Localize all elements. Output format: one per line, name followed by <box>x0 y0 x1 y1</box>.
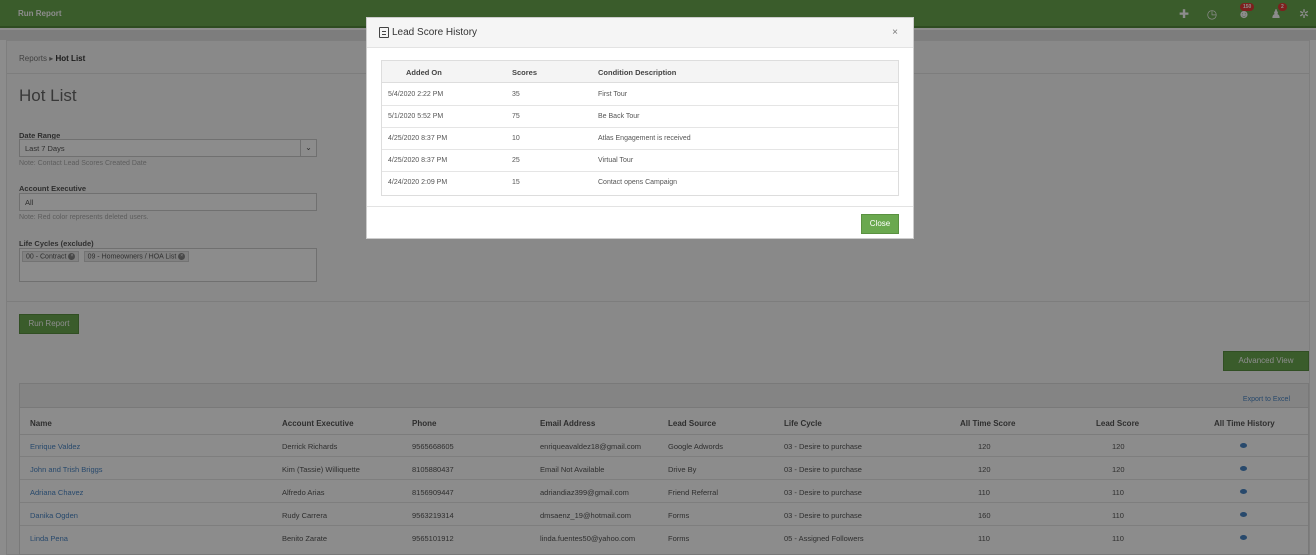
table-row: 5/1/2020 5:52 PM 75 Be Back Tour <box>382 106 898 128</box>
col-condition-description: Condition Description <box>598 68 677 77</box>
col-scores: Scores <box>512 68 538 77</box>
table-row: 5/4/2020 2:22 PM 35 First Tour <box>382 84 898 106</box>
col-added-on: Added On <box>406 68 442 77</box>
row-condition: Atlas Engagement is received <box>598 135 691 142</box>
table-row: 4/25/2020 8:37 PM 10 Atlas Engagement is… <box>382 128 898 150</box>
row-condition: First Tour <box>598 91 628 98</box>
table-row: 4/24/2020 2:09 PM 15 Contact opens Campa… <box>382 172 898 194</box>
row-score: 15 <box>512 179 520 186</box>
row-score: 75 <box>512 113 520 120</box>
row-added-on: 5/1/2020 5:52 PM <box>388 113 444 120</box>
row-added-on: 4/24/2020 2:09 PM <box>388 179 448 186</box>
modal-title: Lead Score History <box>392 27 478 38</box>
modal-header: Lead Score History × <box>367 18 913 48</box>
close-icon[interactable]: × <box>892 27 898 38</box>
row-condition: Virtual Tour <box>598 157 634 164</box>
table-row: 4/25/2020 8:37 PM 25 Virtual Tour <box>382 150 898 172</box>
modal-footer <box>367 206 913 207</box>
table-header: Added On Scores Condition Description <box>382 61 898 83</box>
row-added-on: 4/25/2020 8:37 PM <box>388 135 448 142</box>
list-icon <box>379 27 389 38</box>
row-added-on: 4/25/2020 8:37 PM <box>388 157 448 164</box>
row-score: 35 <box>512 91 520 98</box>
row-score: 25 <box>512 157 520 164</box>
lead-score-table: Added On Scores Condition Description 5/… <box>381 60 899 196</box>
close-button[interactable]: Close <box>861 214 899 234</box>
lead-score-history-modal: Lead Score History × Added On Scores Con… <box>366 17 914 239</box>
row-score: 10 <box>512 135 520 142</box>
row-added-on: 5/4/2020 2:22 PM <box>388 91 444 98</box>
row-condition: Contact opens Campaign <box>598 179 677 186</box>
row-condition: Be Back Tour <box>598 113 640 120</box>
